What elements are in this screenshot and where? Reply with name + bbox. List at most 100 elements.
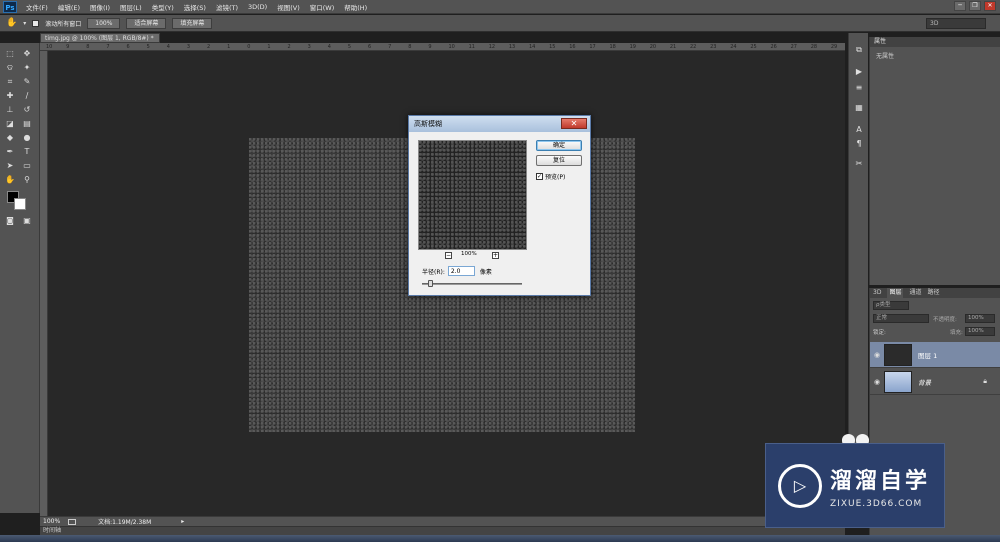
menu-edit[interactable]: 编辑(E) <box>53 2 85 12</box>
menu-view[interactable]: 视图(V) <box>272 2 305 12</box>
hand-icon[interactable]: ✋ <box>6 18 17 28</box>
reset-button[interactable]: 复位 <box>536 155 582 166</box>
menu-filter[interactable]: 滤镜(T) <box>211 2 243 12</box>
properties-tab[interactable]: 属性 <box>870 37 1000 47</box>
crop-tool-icon[interactable]: ⌗ <box>3 76 17 87</box>
menu-select[interactable]: 选择(S) <box>179 2 211 12</box>
watermark-url: ZIXUE.3D66.COM <box>830 498 923 509</box>
tools-panel: ⬚ ✥ ଡ ✦ ⌗ ✎ ✚ ∕ ⊥ ↺ ◪ ▤ ◆ ● ✒ T ➤ ▭ ✋ ⚲ … <box>0 43 40 513</box>
radius-input[interactable] <box>447 266 475 276</box>
adjustments-panel-icon[interactable]: ≡ <box>853 83 865 93</box>
layer-row[interactable]: ◉ 图层 1 <box>870 342 1000 368</box>
ruler-tick-label: 26 <box>770 44 777 50</box>
status-bar: 100% 文档:1.19M/2.38M ▸ <box>40 516 845 526</box>
pen-tool-icon[interactable]: ✒ <box>3 146 17 157</box>
preview-checkbox[interactable]: ✓ 预览(P) <box>536 172 565 181</box>
gradient-tool-icon[interactable]: ▤ <box>20 118 34 129</box>
tab-3d[interactable]: 3D <box>873 288 881 298</box>
menu-help[interactable]: 帮助(H) <box>339 2 372 12</box>
menu-layer[interactable]: 图层(L) <box>115 2 147 12</box>
preview-label: 预览(P) <box>545 174 566 181</box>
ruler-tick-label: 14 <box>529 44 536 50</box>
photoshop-logo: Ps <box>3 0 17 13</box>
status-info-icon[interactable] <box>68 518 77 525</box>
properties-panel: 属性 无属性 <box>869 37 1000 285</box>
hand-tool-icon[interactable]: ✋ <box>3 174 17 185</box>
blend-mode-select[interactable]: 正常 <box>873 314 929 323</box>
actions-panel-icon[interactable]: ▶ <box>853 67 865 77</box>
marquee-tool-icon[interactable]: ⬚ <box>3 48 17 59</box>
radius-slider-track[interactable] <box>422 283 522 285</box>
history-panel-icon[interactable]: ⧉ <box>853 45 865 55</box>
tab-layers[interactable]: 图层 <box>887 288 904 298</box>
dialog-close-button[interactable]: ✕ <box>561 118 587 129</box>
radius-slider-thumb[interactable] <box>428 280 433 287</box>
menu-image[interactable]: 图像(I) <box>85 2 115 12</box>
blur-tool-icon[interactable]: ◆ <box>3 132 17 143</box>
ruler-tick-label: 10 <box>448 44 455 50</box>
fill-screen-button[interactable]: 填充屏幕 <box>172 17 213 29</box>
ruler-tick-label: 24 <box>730 44 737 50</box>
menu-window[interactable]: 窗口(W) <box>305 2 340 12</box>
layer-filter-select[interactable]: ρ类型 <box>873 301 909 310</box>
fill-input[interactable]: 100% <box>965 327 995 336</box>
menu-bar: Ps 文件(F) 编辑(E) 图像(I) 图层(L) 类型(Y) 选择(S) 滤… <box>0 0 1000 14</box>
checkmark-icon[interactable]: ✓ <box>536 173 543 180</box>
type-tool-icon[interactable]: T <box>20 146 34 157</box>
tool-preset-chevron-icon[interactable]: ▾ <box>23 20 26 27</box>
healing-brush-icon[interactable]: ✚ <box>3 90 17 101</box>
eyedropper-icon[interactable]: ✎ <box>20 76 34 87</box>
ruler-tick-label: 1 <box>227 44 231 50</box>
rectangle-tool-icon[interactable]: ▭ <box>20 160 34 171</box>
background-color-swatch[interactable] <box>14 198 26 210</box>
timeline-tab[interactable]: 时间轴 <box>40 526 845 535</box>
close-window-button[interactable]: ✕ <box>984 1 996 11</box>
layer-row[interactable]: ◉ 背景 🔒︎ <box>870 369 1000 395</box>
tab-channels[interactable]: 通道 <box>909 288 921 298</box>
clone-stamp-icon[interactable]: ⊥ <box>3 104 17 115</box>
swatches-panel-icon[interactable]: ▦ <box>853 103 865 113</box>
ruler-tick-label: 1 <box>267 44 271 50</box>
move-tool-icon[interactable]: ✥ <box>20 48 34 59</box>
tool-presets-icon[interactable]: ✂ <box>853 159 865 169</box>
workspace-select[interactable]: 3D <box>926 18 986 29</box>
menu-3d[interactable]: 3D(D) <box>243 3 272 11</box>
document-tab[interactable]: timg.jpg @ 100% (图层 1, RGB/8#) * × <box>40 33 160 52</box>
quick-mask-icon[interactable]: ◙ <box>3 215 17 226</box>
eye-icon[interactable]: ◉ <box>870 351 884 359</box>
dodge-tool-icon[interactable]: ● <box>20 132 34 143</box>
character-panel-icon[interactable]: A <box>853 125 865 135</box>
zoom-in-button[interactable]: + <box>492 252 499 259</box>
eye-icon[interactable]: ◉ <box>870 378 884 386</box>
zoom-tool-icon[interactable]: ⚲ <box>20 174 34 185</box>
brush-tool-icon[interactable]: ∕ <box>20 90 34 101</box>
lasso-tool-icon[interactable]: ଡ <box>3 62 17 73</box>
ok-button[interactable]: 确定 <box>536 140 582 151</box>
eraser-icon[interactable]: ◪ <box>3 118 17 129</box>
gaussian-blur-dialog: 高斯模糊 ✕ − 100% + 确定 复位 ✓ 预览(P) 半径(R): 像素 <box>408 115 591 296</box>
menu-type[interactable]: 类型(Y) <box>147 2 179 12</box>
ruler-tick-label: 21 <box>669 44 677 50</box>
paragraph-panel-icon[interactable]: ¶ <box>853 139 865 149</box>
path-selection-icon[interactable]: ➤ <box>3 160 17 171</box>
status-menu-chevron-icon[interactable]: ▸ <box>181 518 184 525</box>
ruler-tick-label: 4 <box>166 44 170 50</box>
ruler-tick-label: 6 <box>126 44 130 50</box>
zoom-level[interactable]: 100% <box>43 518 60 525</box>
tab-paths[interactable]: 路径 <box>927 288 939 298</box>
opacity-input[interactable]: 100% <box>965 314 995 323</box>
restore-button[interactable]: ❐ <box>969 1 981 11</box>
blur-preview[interactable] <box>418 140 527 250</box>
menu-file[interactable]: 文件(F) <box>21 2 53 12</box>
play-logo-icon: ▷ <box>778 463 822 508</box>
minimize-button[interactable]: ─ <box>954 1 966 11</box>
zoom-out-button[interactable]: − <box>445 252 452 259</box>
ruler-tick-label: 8 <box>408 44 412 50</box>
ruler-tick-label: 19 <box>629 44 636 50</box>
magic-wand-icon[interactable]: ✦ <box>20 62 34 73</box>
fit-screen-button[interactable]: 适合屏幕 <box>126 17 167 29</box>
history-brush-icon[interactable]: ↺ <box>20 104 34 115</box>
scroll-all-windows-checkbox[interactable] <box>32 19 40 27</box>
zoom-100-button[interactable]: 100% <box>87 17 121 29</box>
screen-mode-icon[interactable]: ▣ <box>20 215 34 226</box>
